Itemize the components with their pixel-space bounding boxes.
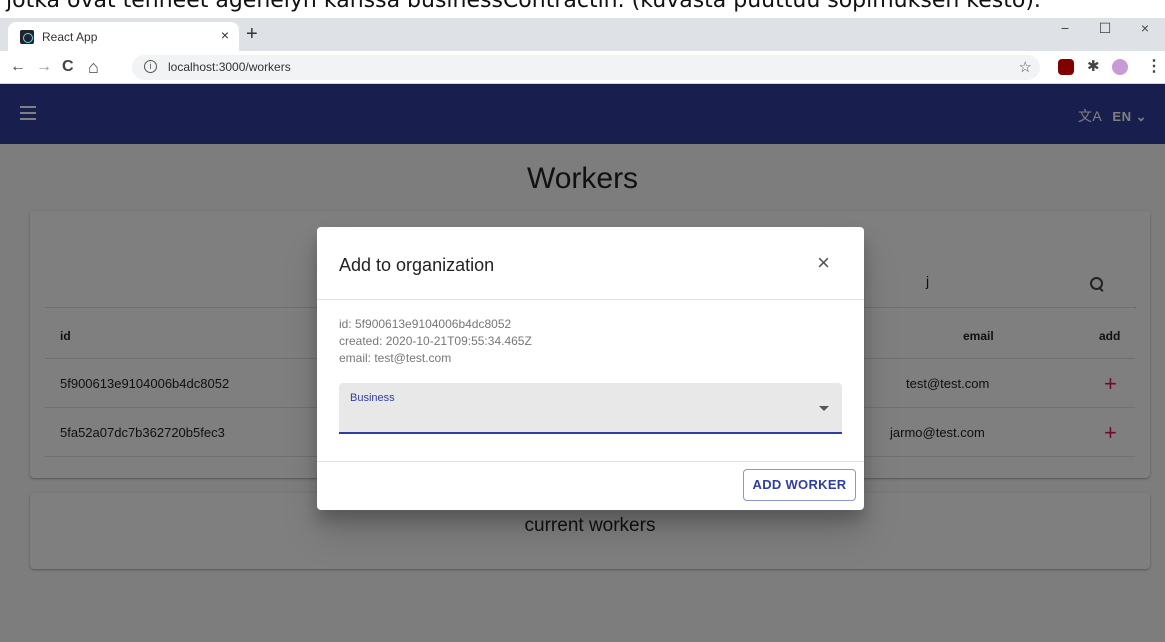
app-viewport: 文A EN ⌄ Workers j id email add 5f900613e… xyxy=(0,84,1165,642)
browser-menu-icon[interactable]: ⋮ xyxy=(1146,57,1162,77)
dialog-title: Add to organization xyxy=(339,255,495,275)
worker-email-text: email: test@test.com xyxy=(339,351,452,365)
window-controls: − ☐ × xyxy=(1045,18,1165,51)
window-close-button[interactable]: × xyxy=(1125,18,1165,38)
address-bar[interactable]: i localhost:3000/workers ☆ xyxy=(132,55,1040,80)
add-to-organization-dialog: Add to organization × id: 5f900613e91040… xyxy=(317,227,864,510)
dropdown-arrow-icon xyxy=(819,406,829,411)
document-caption: jotka ovat tehneet agenelyn kanssa busin… xyxy=(0,0,1165,18)
browser-tab-bar: React App × + − ☐ × xyxy=(0,18,1165,51)
worker-id-text: id: 5f900613e9104006b4dc8052 xyxy=(339,317,512,331)
worker-created-text: created: 2020-10-21T09:55:34.465Z xyxy=(339,334,532,348)
business-select-label: Business xyxy=(350,392,395,404)
minimize-button[interactable]: − xyxy=(1045,18,1085,38)
site-info-icon[interactable]: i xyxy=(144,60,157,73)
react-favicon-icon xyxy=(20,30,34,44)
forward-icon[interactable]: → xyxy=(36,57,52,77)
add-worker-button[interactable]: ADD WORKER xyxy=(743,469,856,501)
tab-close-icon[interactable]: × xyxy=(221,27,229,43)
tab-title: React App xyxy=(42,30,98,44)
url-text: localhost:3000/workers xyxy=(168,60,291,74)
bookmark-star-icon[interactable]: ☆ xyxy=(1019,58,1032,76)
close-icon[interactable]: × xyxy=(817,252,830,274)
browser-tab[interactable]: React App × xyxy=(8,22,239,51)
back-icon[interactable]: ← xyxy=(10,57,26,77)
extensions-puzzle-icon[interactable]: ✱ xyxy=(1087,57,1100,77)
home-icon[interactable]: ⌂ xyxy=(88,57,99,77)
ublock-extension-icon[interactable] xyxy=(1058,59,1074,75)
dialog-header-divider xyxy=(317,299,864,300)
dialog-footer-divider xyxy=(317,461,864,462)
new-tab-button[interactable]: + xyxy=(246,24,258,44)
profile-avatar-icon[interactable] xyxy=(1112,59,1128,75)
maximize-button[interactable]: ☐ xyxy=(1085,18,1125,38)
caption-text: jotka ovat tehneet agenelyn kanssa busin… xyxy=(6,0,1041,13)
browser-toolbar: ← → C ⌂ i localhost:3000/workers ☆ ✱ ⋮ xyxy=(0,51,1165,84)
reload-icon[interactable]: C xyxy=(62,57,74,77)
business-select[interactable]: Business xyxy=(339,383,842,434)
